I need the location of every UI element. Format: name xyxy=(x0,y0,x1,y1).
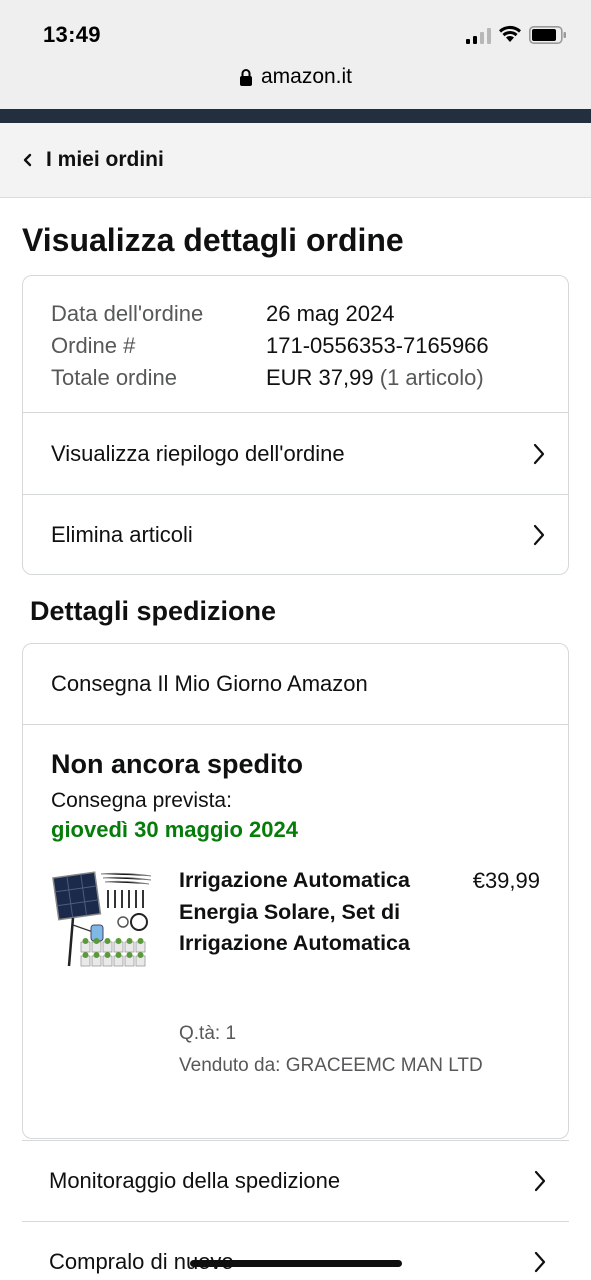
shipment-body: Non ancora spedito Consegna prevista: gi… xyxy=(23,725,568,1105)
address-bar[interactable]: amazon.it xyxy=(0,62,591,92)
shipment-status: Non ancora spedito xyxy=(51,749,304,779)
product-title-link[interactable]: Irrigazione Automatica Energia Solare, S… xyxy=(179,865,429,960)
order-summary-card: Data dell'ordine 26 mag 2024 Ordine # 17… xyxy=(22,275,569,575)
breadcrumb-label: I miei ordini xyxy=(46,148,164,171)
order-total-label: Totale ordine xyxy=(51,365,177,390)
order-date-value: 26 mag 2024 xyxy=(266,301,395,326)
page-title: Visualizza dettagli ordine xyxy=(22,222,404,258)
order-total-value: EUR 37,99 xyxy=(266,365,374,390)
home-indicator[interactable] xyxy=(190,1260,402,1267)
cellular-signal-icon xyxy=(466,28,491,44)
product-image[interactable] xyxy=(51,870,155,970)
expected-delivery-label: Consegna prevista: xyxy=(51,789,232,812)
wifi-icon xyxy=(499,25,521,42)
url-text: amazon.it xyxy=(260,65,353,88)
product-seller: Venduto da: GRACEEMC MAN LTD xyxy=(179,1055,483,1076)
chevron-left-icon xyxy=(23,153,32,167)
buy-again-link[interactable]: Compralo di nuovo xyxy=(22,1221,569,1280)
view-order-summary-link[interactable]: Visualizza riepilogo dell'ordine xyxy=(23,413,568,494)
status-time: 13:49 xyxy=(43,22,101,47)
chevron-right-icon xyxy=(534,1170,546,1192)
order-number-label: Ordine # xyxy=(51,333,136,358)
battery-icon xyxy=(529,26,566,44)
delivery-type: Consegna Il Mio Giorno Amazon xyxy=(23,644,568,725)
chevron-right-icon xyxy=(533,443,545,464)
track-shipment-link[interactable]: Monitoraggio della spedizione xyxy=(22,1140,569,1221)
product-quantity: Q.tà: 1 xyxy=(179,1023,237,1044)
breadcrumb[interactable]: I miei ordini xyxy=(0,123,591,198)
product-price: €39,99 xyxy=(472,868,540,893)
delete-items-label: Elimina articoli xyxy=(51,522,193,547)
order-total-items: (1 articolo) xyxy=(379,365,484,390)
order-date-label: Data dell'ordine xyxy=(51,301,204,326)
lock-icon xyxy=(239,69,252,86)
order-info: Data dell'ordine 26 mag 2024 Ordine # 17… xyxy=(23,276,568,413)
track-shipment-label: Monitoraggio della spedizione xyxy=(49,1168,341,1193)
order-number-value: 171-0556353-7165966 xyxy=(266,333,489,358)
shipment-section-title: Dettagli spedizione xyxy=(30,596,277,626)
site-nav-band xyxy=(0,109,591,123)
shipment-card: Consegna Il Mio Giorno Amazon Non ancora… xyxy=(22,643,569,1139)
browser-chrome: 13:49 amazon.it xyxy=(0,0,591,109)
chevron-right-icon xyxy=(533,524,545,546)
view-order-summary-label: Visualizza riepilogo dell'ordine xyxy=(51,440,345,466)
expected-delivery-date: giovedì 30 maggio 2024 xyxy=(51,817,298,842)
product-item: Irrigazione Automatica Energia Solare, S… xyxy=(51,865,540,1105)
chevron-right-icon xyxy=(534,1251,546,1273)
delete-items-link[interactable]: Elimina articoli xyxy=(23,494,568,574)
